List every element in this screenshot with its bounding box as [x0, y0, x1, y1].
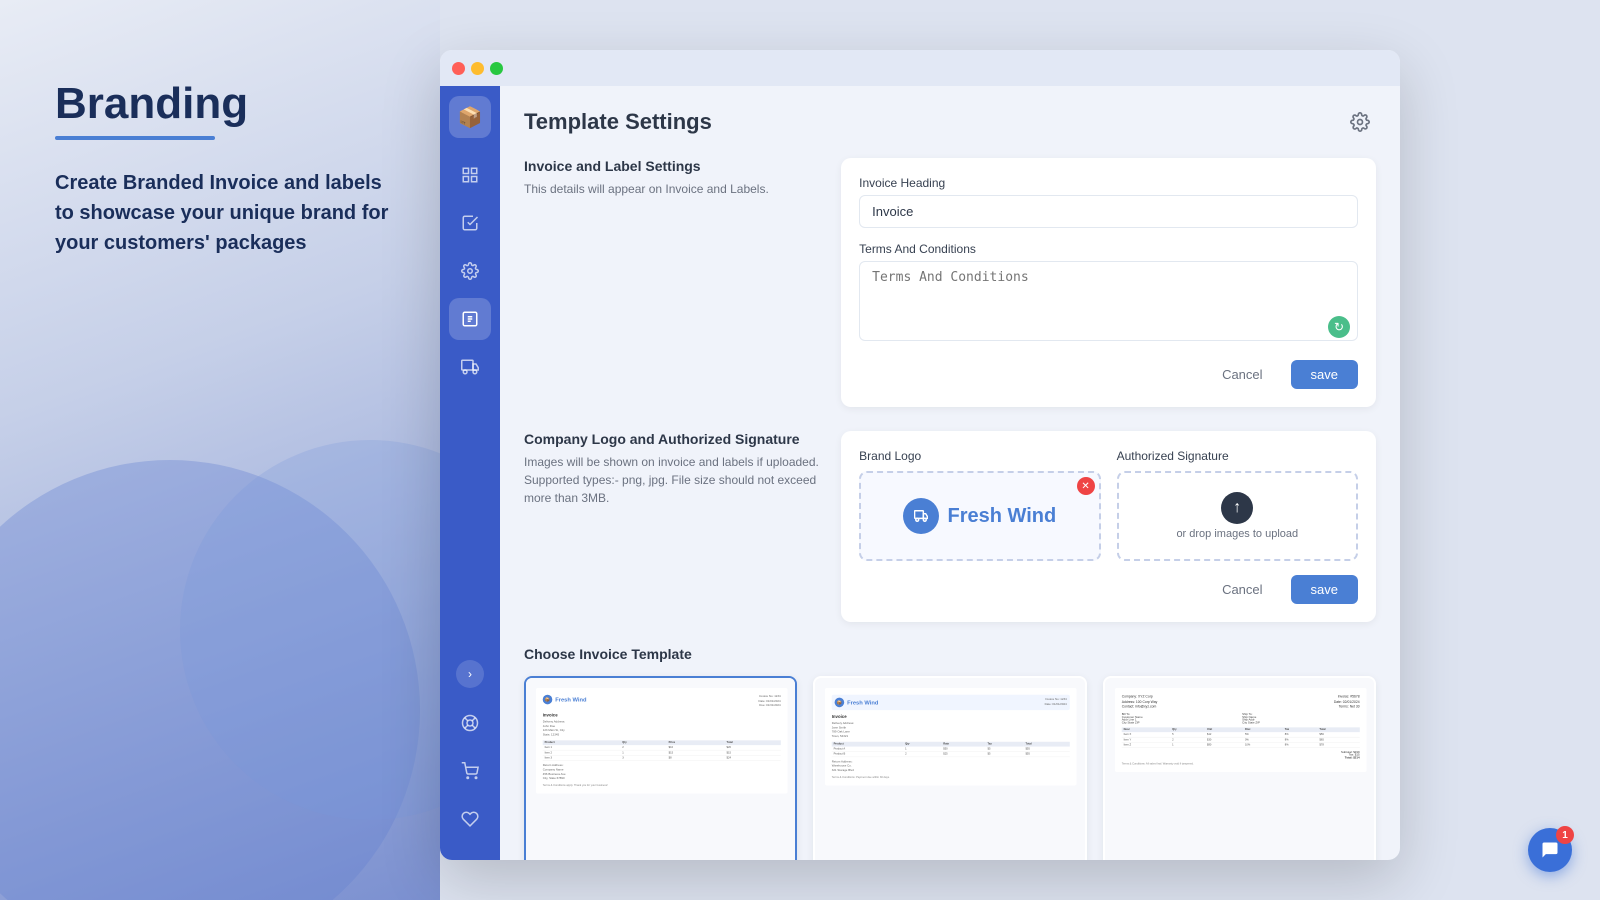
sidebar-item-branding[interactable]: [449, 298, 491, 340]
invoice-settings-section: Invoice and Label Settings This details …: [524, 158, 1376, 407]
sidebar-bottom: [449, 702, 491, 850]
chat-bubble[interactable]: 1: [1528, 828, 1572, 872]
invoice-card-actions: Cancel save: [859, 360, 1358, 389]
terms-group: Terms And Conditions ↻: [859, 242, 1358, 346]
logo-preview: Fresh Wind: [903, 498, 1056, 534]
logo-save-button[interactable]: save: [1291, 575, 1358, 604]
mock-invoice-3: Company: XYZ CorpAddress: 100 Corp WayCo…: [1115, 688, 1366, 772]
heading-label: Invoice Heading: [859, 176, 1358, 190]
page-header: Template Settings: [524, 106, 1376, 138]
sidebar-item-orders[interactable]: [449, 202, 491, 244]
upload-placeholder: ↑ or drop images to upload: [1176, 492, 1298, 540]
mock-invoice-1: 📦 Fresh Wind Invoice No: 1234Date: 01/01…: [536, 688, 787, 793]
main-content: Template Settings Invoice and Label Sett…: [500, 86, 1400, 860]
invoice-settings-label: Invoice and Label Settings This details …: [524, 158, 821, 407]
invoice-cancel-button[interactable]: Cancel: [1204, 360, 1280, 389]
invoice-settings-title: Invoice and Label Settings: [524, 158, 821, 174]
logo-card-actions: Cancel save: [859, 575, 1358, 604]
template-card-3[interactable]: Company: XYZ CorpAddress: 100 Corp WayCo…: [1103, 676, 1376, 860]
maximize-button[interactable]: [490, 62, 503, 75]
logo-settings-card: Brand Logo Fresh Wind ✕: [841, 431, 1376, 622]
template-header: Choose Invoice Template: [524, 646, 1376, 662]
sidebar: 📦 ›: [440, 86, 500, 860]
brand-logo-group: Brand Logo Fresh Wind ✕: [859, 449, 1100, 561]
logo-settings-desc: Images will be shown on invoice and labe…: [524, 453, 821, 507]
logo-text: Fresh Wind: [947, 505, 1056, 528]
logo-settings-title: Company Logo and Authorized Signature: [524, 431, 821, 447]
sidebar-item-dashboard[interactable]: [449, 154, 491, 196]
chat-badge: 1: [1556, 826, 1574, 844]
upload-arrow-icon: ↑: [1221, 492, 1253, 524]
branding-underline: [55, 136, 215, 140]
sidebar-item-settings[interactable]: [449, 250, 491, 292]
sidebar-item-shipping[interactable]: [449, 346, 491, 388]
invoice-settings-desc: This details will appear on Invoice and …: [524, 180, 821, 198]
signature-group: Authorized Signature ↑ or drop images to…: [1117, 449, 1358, 561]
logo-settings-label: Company Logo and Authorized Signature Im…: [524, 431, 821, 622]
app-body: 📦 ›: [440, 86, 1400, 860]
sidebar-item-support[interactable]: [449, 702, 491, 744]
upload-row: Brand Logo Fresh Wind ✕: [859, 449, 1358, 561]
template-preview-2: 📦 Fresh Wind Invoice No: 1234Date: 01/01…: [815, 678, 1084, 860]
logo-delete-button[interactable]: ✕: [1077, 477, 1095, 495]
mock-invoice-2: 📦 Fresh Wind Invoice No: 1234Date: 01/01…: [825, 688, 1076, 785]
template-preview-3: Company: XYZ CorpAddress: 100 Corp WayCo…: [1105, 678, 1374, 860]
upload-text: or drop images to upload: [1176, 528, 1298, 540]
signature-label: Authorized Signature: [1117, 449, 1358, 463]
sidebar-collapse-button[interactable]: ›: [456, 660, 484, 688]
left-panel: Branding Create Branded Invoice and labe…: [0, 0, 440, 900]
close-button[interactable]: [452, 62, 465, 75]
logo-icon: [903, 498, 939, 534]
refresh-icon[interactable]: ↻: [1328, 316, 1350, 338]
terms-textarea[interactable]: [859, 261, 1358, 341]
terms-label: Terms And Conditions: [859, 242, 1358, 256]
branding-section: Branding Create Branded Invoice and labe…: [55, 80, 395, 258]
heading-input[interactable]: [859, 195, 1358, 228]
invoice-settings-card: Invoice Heading Terms And Conditions ↻ C…: [841, 158, 1376, 407]
template-preview-1: 📦 Fresh Wind Invoice No: 1234Date: 01/01…: [526, 678, 795, 860]
sidebar-item-favorites[interactable]: [449, 798, 491, 840]
sidebar-logo: 📦: [449, 96, 491, 138]
brand-logo-upload[interactable]: Fresh Wind ✕: [859, 471, 1100, 561]
logo-section: Company Logo and Authorized Signature Im…: [524, 431, 1376, 622]
gear-button[interactable]: [1344, 106, 1376, 138]
heading-group: Invoice Heading: [859, 176, 1358, 228]
branding-description: Create Branded Invoice and labels to sho…: [55, 168, 395, 258]
template-grid: 📦 Fresh Wind Invoice No: 1234Date: 01/01…: [524, 676, 1376, 860]
template-card-2[interactable]: 📦 Fresh Wind Invoice No: 1234Date: 01/01…: [813, 676, 1086, 860]
branding-title: Branding: [55, 80, 395, 128]
page-title: Template Settings: [524, 109, 712, 135]
app-window: 📦 ›: [440, 50, 1400, 860]
template-card-1[interactable]: 📦 Fresh Wind Invoice No: 1234Date: 01/01…: [524, 676, 797, 860]
template-section: Choose Invoice Template 📦 Fresh Wind: [524, 646, 1376, 860]
logo-icon: 📦: [458, 105, 483, 130]
brand-logo-label: Brand Logo: [859, 449, 1100, 463]
logo-cancel-button[interactable]: Cancel: [1204, 575, 1280, 604]
sidebar-item-cart[interactable]: [449, 750, 491, 792]
minimize-button[interactable]: [471, 62, 484, 75]
title-bar: [440, 50, 1400, 86]
invoice-save-button[interactable]: save: [1291, 360, 1358, 389]
terms-wrapper: ↻: [859, 261, 1358, 346]
signature-upload[interactable]: ↑ or drop images to upload: [1117, 471, 1358, 561]
window-controls: [452, 62, 503, 75]
